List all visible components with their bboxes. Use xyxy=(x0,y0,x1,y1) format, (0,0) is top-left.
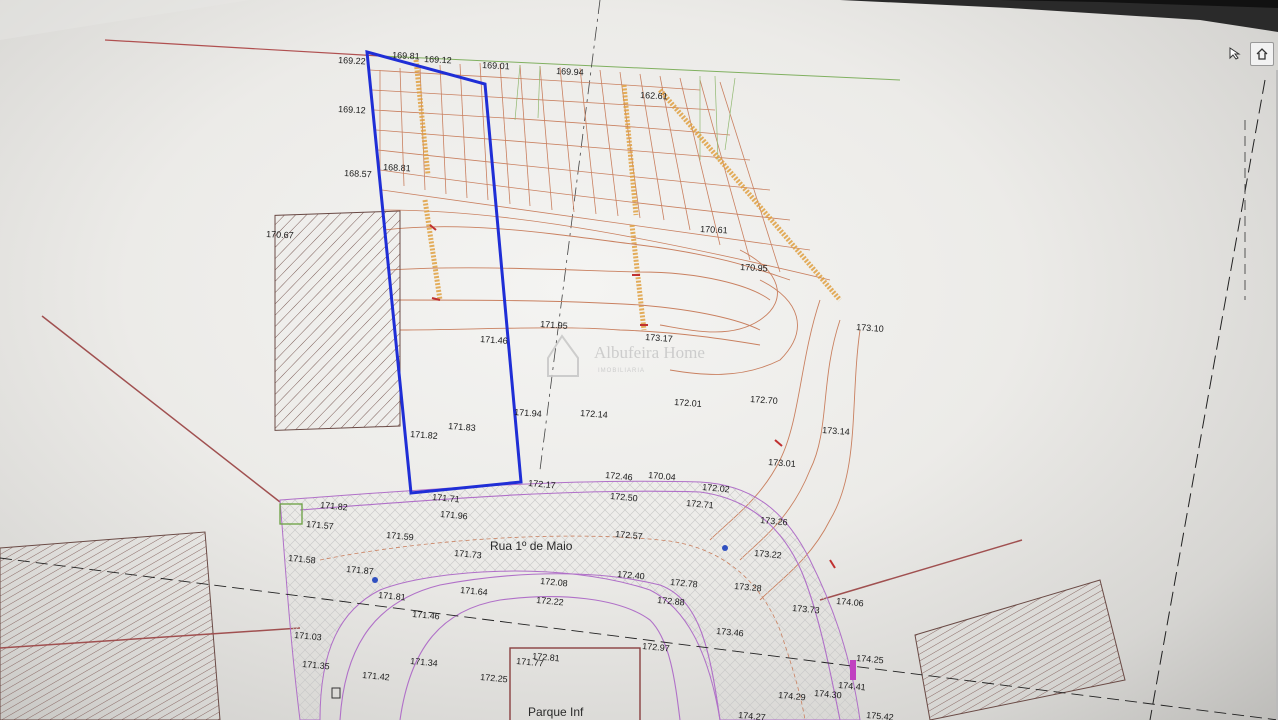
boundary-line-top xyxy=(104,39,381,57)
elevation-label: 172.70 xyxy=(750,394,778,406)
property-line-diag-left xyxy=(41,315,281,503)
building-bottom-left xyxy=(0,531,221,720)
elevation-label: 173.01 xyxy=(768,457,796,469)
pointer-arrow-icon[interactable] xyxy=(1224,42,1246,64)
elevation-label: 174.06 xyxy=(836,596,864,608)
elevation-label: 172.97 xyxy=(642,641,670,653)
elevation-label: 175.42 xyxy=(866,710,894,720)
elevation-label: 172.25 xyxy=(480,672,508,684)
elevation-label: 170.95 xyxy=(740,262,768,273)
watermark-subtitle: IMOBILIARIA xyxy=(598,368,645,374)
elevation-label: 169.94 xyxy=(556,66,584,77)
street-label: Rua 1º de Maio xyxy=(490,539,573,553)
watermark-brand: Albufeira Home xyxy=(594,343,705,362)
elevation-label: 171.82 xyxy=(410,429,438,441)
elevation-label: 174.27 xyxy=(738,710,766,720)
elevation-label: 168.81 xyxy=(383,162,411,173)
elevation-label: 171.81 xyxy=(378,590,406,602)
elevation-label: 162.61 xyxy=(640,90,668,101)
elevation-label: 171.83 xyxy=(448,421,476,433)
elevation-label: 171.64 xyxy=(460,585,488,597)
elevation-labels-mid: 171.46 171.95 173.17 173.10 171.82 171.83 171.… xyxy=(410,319,884,469)
elevation-label: 170.04 xyxy=(648,470,676,482)
elevation-label: 169.22 xyxy=(338,55,366,66)
elevation-label: 172.22 xyxy=(536,595,564,607)
building-left xyxy=(274,210,401,431)
building-bottom-right xyxy=(914,579,1126,720)
elevation-label: 173.17 xyxy=(645,332,673,344)
view-toolbar xyxy=(1218,36,1278,70)
elevation-label: 173.10 xyxy=(856,322,884,334)
elevation-label: 172.14 xyxy=(580,408,608,420)
cad-screen: Parque Inf Albufeira Home IMOBILIARIA Ru… xyxy=(0,0,1278,720)
elevation-label: 172.88 xyxy=(657,595,685,607)
elevation-label: 174.25 xyxy=(856,653,884,665)
elevation-label: 169.01 xyxy=(482,60,510,71)
elevation-label: 172.01 xyxy=(674,397,702,409)
elevation-label: 171.46 xyxy=(412,609,440,621)
elevation-label: 171.42 xyxy=(362,670,390,682)
elevation-label: 169.81 xyxy=(392,50,420,61)
elevation-label: 171.95 xyxy=(540,319,568,331)
elevation-label: 173.14 xyxy=(822,425,850,437)
home-icon[interactable] xyxy=(1250,42,1274,66)
section-line-dashed-right xyxy=(1149,79,1266,720)
elevation-label: 171.94 xyxy=(514,407,542,419)
elevation-label: 170.67 xyxy=(266,229,294,240)
elevation-label: 169.12 xyxy=(338,104,366,115)
elevation-label: 171.46 xyxy=(480,334,508,346)
property-line-diag-right xyxy=(819,539,1023,601)
site-plan-drawing[interactable]: Parque Inf Albufeira Home IMOBILIARIA Ru… xyxy=(0,0,1278,720)
elevation-label: 169.12 xyxy=(424,54,452,65)
slope-grid xyxy=(369,62,831,281)
parking-label: Parque Inf xyxy=(528,705,584,719)
elevation-label: 172.46 xyxy=(605,470,633,482)
watermark-logo-icon xyxy=(547,334,579,377)
elevation-label: 172.08 xyxy=(540,576,568,588)
green-grid-lines xyxy=(514,64,736,161)
elevation-label: 168.57 xyxy=(344,168,372,179)
watermark: Albufeira Home IMOBILIARIA xyxy=(547,334,705,377)
elevation-label: 170.61 xyxy=(700,224,728,235)
